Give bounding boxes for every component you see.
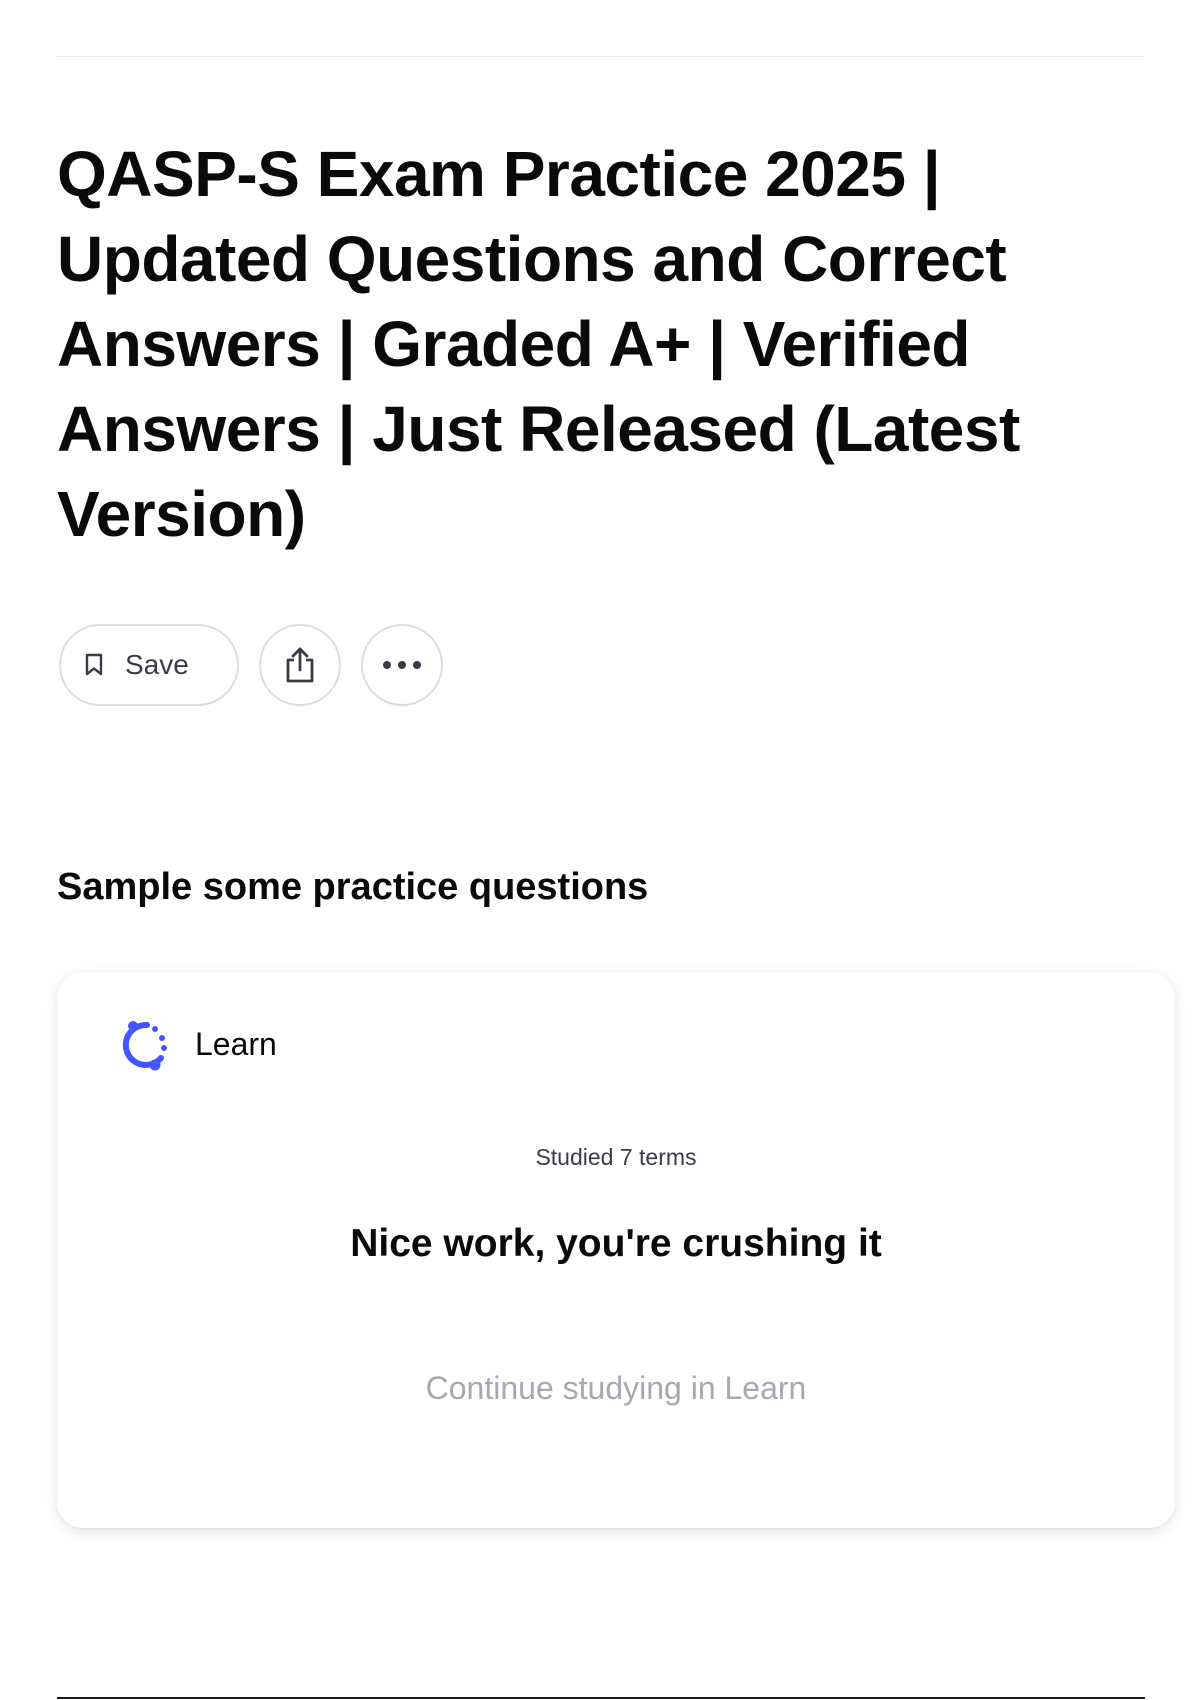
share-icon	[283, 645, 317, 685]
progress-message: Nice work, you're crushing it	[350, 1222, 882, 1265]
top-divider	[57, 56, 1145, 57]
studied-count: Studied 7 terms	[535, 1144, 697, 1170]
save-button-label: Save	[125, 649, 189, 680]
practice-section-heading: Sample some practice questions	[57, 866, 649, 908]
page-title: QASP-S Exam Practice 2025 | Updated Ques…	[57, 138, 1020, 550]
learn-card: Learn Studied 7 terms Nice work, you're …	[57, 972, 1175, 1528]
bookmark-icon	[85, 653, 103, 677]
learn-progress-icon	[111, 1014, 171, 1074]
action-bar: Save	[59, 624, 443, 706]
continue-learn-link[interactable]: Continue studying in Learn	[57, 1370, 1175, 1407]
more-options-button[interactable]	[361, 624, 443, 706]
learn-header: Learn	[111, 1014, 277, 1074]
learn-mode-label: Learn	[195, 1025, 277, 1062]
more-horizontal-icon	[381, 660, 423, 670]
save-button[interactable]: Save	[59, 624, 239, 706]
share-button[interactable]	[259, 624, 341, 706]
bottom-divider	[57, 1697, 1145, 1699]
